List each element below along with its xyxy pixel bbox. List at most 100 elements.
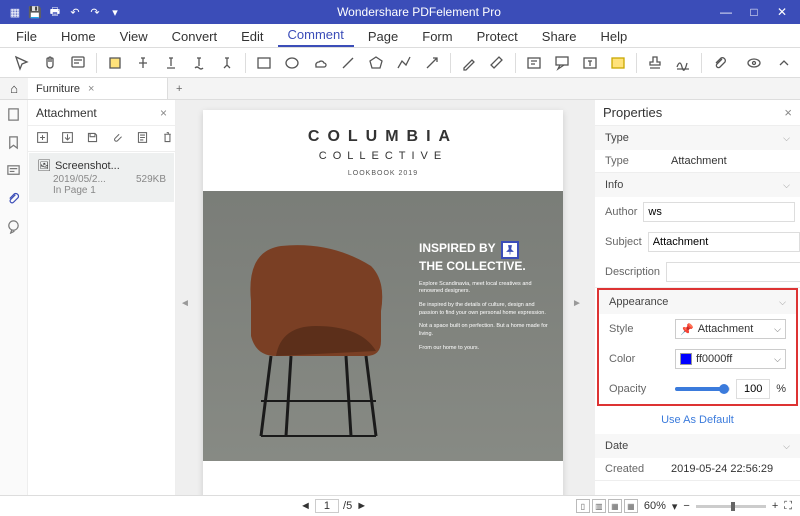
arrow-icon[interactable] (424, 55, 440, 71)
typewriter-icon[interactable] (582, 55, 598, 71)
save-icon[interactable]: 💾 (28, 5, 42, 19)
ribbon (0, 48, 800, 78)
bookmarks-icon[interactable] (6, 134, 22, 150)
zoom-dropdown-icon[interactable]: ▾ (672, 500, 678, 513)
new-tab-button[interactable]: + (168, 83, 190, 95)
menu-file[interactable]: File (6, 26, 47, 47)
menu-comment[interactable]: Comment (278, 24, 354, 47)
close-panel-icon[interactable]: × (160, 106, 167, 120)
menu-edit[interactable]: Edit (231, 26, 273, 47)
menu-page[interactable]: Page (358, 26, 408, 47)
minimize-button[interactable]: — (718, 5, 734, 19)
hand-tool-icon[interactable] (42, 55, 58, 71)
link-attachment-icon[interactable] (111, 131, 124, 147)
text-box-icon[interactable] (526, 55, 542, 71)
prev-page-icon[interactable]: ◄ (300, 500, 311, 512)
attachment-icon[interactable] (712, 55, 728, 71)
add-attachment-icon[interactable] (36, 131, 49, 147)
opacity-input[interactable] (736, 379, 770, 399)
area-highlight-icon[interactable] (610, 55, 626, 71)
qat-dropdown-icon[interactable]: ▾ (108, 5, 122, 19)
rectangle-icon[interactable] (256, 55, 272, 71)
close-button[interactable]: ✕ (774, 5, 790, 19)
thumbnails-icon[interactable] (6, 106, 22, 122)
print-icon[interactable]: 🖶 (48, 5, 62, 19)
menu-home[interactable]: Home (51, 26, 106, 47)
color-select[interactable]: ff0000ff⌵ (675, 349, 786, 369)
underline-icon[interactable] (163, 55, 179, 71)
menu-help[interactable]: Help (591, 26, 638, 47)
comments-list-icon[interactable] (6, 218, 22, 234)
zoom-in-icon[interactable]: + (772, 500, 778, 512)
select-tool-icon[interactable] (14, 55, 30, 71)
pencil-icon[interactable] (461, 55, 477, 71)
strikethrough-icon[interactable] (135, 55, 151, 71)
document-tabs: ⌂ Furniture × + (0, 78, 800, 100)
show-comments-icon[interactable] (746, 55, 762, 71)
scroll-left-icon[interactable]: ◄ (180, 298, 194, 312)
canvas[interactable]: ◄ COLUMBIA COLLECTIVE LOOKBOOK 2019 INSP… (176, 100, 590, 495)
opacity-unit: % (776, 383, 786, 395)
menu-form[interactable]: Form (412, 26, 462, 47)
view-single-icon[interactable]: ▯ (576, 499, 590, 513)
oval-icon[interactable] (284, 55, 300, 71)
signature-icon[interactable] (675, 55, 691, 71)
pin-icon: 📌 (680, 323, 694, 336)
section-info-header[interactable]: Info⌵ (595, 173, 800, 197)
polyline-icon[interactable] (396, 55, 412, 71)
menu-bar: File Home View Convert Edit Comment Page… (0, 24, 800, 48)
scroll-right-icon[interactable]: ► (572, 298, 586, 312)
line-icon[interactable] (340, 55, 356, 71)
menu-share[interactable]: Share (532, 26, 587, 47)
quick-access-toolbar: ▦ 💾 🖶 ↶ ↷ ▾ (0, 5, 130, 19)
view-facing-icon[interactable]: ▦ (608, 499, 622, 513)
section-date-header[interactable]: Date⌵ (595, 434, 800, 458)
subject-input[interactable] (648, 232, 800, 252)
delete-attachment-icon[interactable] (161, 131, 174, 147)
desc-attachment-icon[interactable] (136, 131, 149, 147)
zoom-slider[interactable] (696, 505, 766, 508)
attachment-item[interactable]: 🖼Screenshot... 2019/05/2...529KB In Page… (29, 153, 174, 202)
chair-illustration (231, 211, 401, 441)
opacity-slider[interactable] (675, 387, 730, 391)
view-continuous-icon[interactable]: ▥ (592, 499, 606, 513)
annotations-icon[interactable] (6, 162, 22, 178)
attachments-rail-icon[interactable] (6, 190, 22, 206)
style-select[interactable]: 📌Attachment⌵ (675, 319, 786, 339)
menu-protect[interactable]: Protect (467, 26, 528, 47)
menu-view[interactable]: View (110, 26, 158, 47)
close-tab-icon[interactable]: × (88, 83, 94, 95)
description-input[interactable] (666, 262, 800, 282)
squiggly-icon[interactable] (191, 55, 207, 71)
section-appearance-header[interactable]: Appearance⌵ (599, 290, 796, 314)
eraser-icon[interactable] (489, 55, 505, 71)
author-input[interactable] (643, 202, 795, 222)
type-value: Attachment (671, 155, 790, 167)
zoom-value: 60% (644, 500, 666, 512)
document-tab[interactable]: Furniture × (28, 78, 168, 99)
use-as-default-button[interactable]: Use As Default (595, 406, 800, 434)
highlight-icon[interactable] (107, 55, 123, 71)
redo-icon[interactable]: ↷ (88, 5, 102, 19)
maximize-button[interactable]: □ (746, 5, 762, 19)
zoom-out-icon[interactable]: − (683, 500, 689, 512)
view-facing-cont-icon[interactable]: ▦ (624, 499, 638, 513)
close-properties-icon[interactable]: × (784, 105, 792, 120)
open-attachment-icon[interactable] (61, 131, 74, 147)
page-number-input[interactable]: 1 (315, 499, 339, 513)
menu-convert[interactable]: Convert (162, 26, 228, 47)
caret-icon[interactable] (219, 55, 235, 71)
section-type-header[interactable]: Type⌵ (595, 126, 800, 150)
fullscreen-icon[interactable]: ⛶ (784, 500, 792, 513)
stamp-icon[interactable] (647, 55, 663, 71)
undo-icon[interactable]: ↶ (68, 5, 82, 19)
attachment-pin-icon[interactable] (501, 241, 519, 259)
note-icon[interactable] (70, 55, 86, 71)
cloud-icon[interactable] (312, 55, 328, 71)
ribbon-collapse-icon[interactable] (776, 55, 792, 71)
callout-icon[interactable] (554, 55, 570, 71)
save-attachment-icon[interactable] (86, 131, 99, 147)
polygon-icon[interactable] (368, 55, 384, 71)
home-tab-icon[interactable]: ⌂ (0, 81, 28, 96)
next-page-icon[interactable]: ► (356, 500, 367, 512)
